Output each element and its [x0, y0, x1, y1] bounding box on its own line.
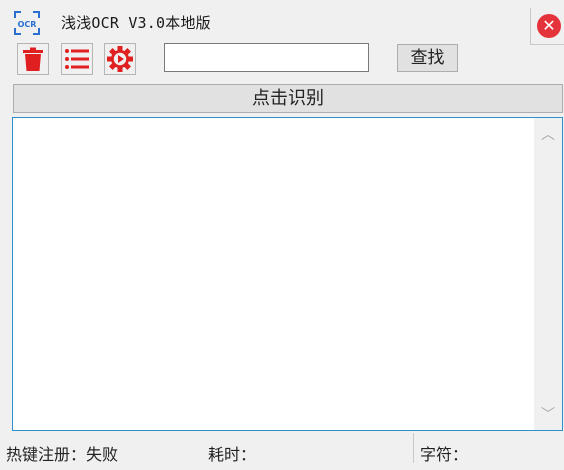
close-button-area[interactable]: ✕: [530, 8, 564, 45]
ocr-result-textarea[interactable]: ︿ ﹀: [12, 117, 563, 431]
history-list-button[interactable]: [61, 43, 93, 75]
status-divider: [413, 433, 414, 463]
scroll-up-icon[interactable]: ︿: [534, 124, 562, 146]
scroll-down-icon[interactable]: ﹀: [534, 404, 562, 426]
char-count: 字符：: [420, 445, 469, 464]
clear-button[interactable]: [17, 43, 49, 75]
recognize-button[interactable]: 点击识别: [13, 84, 563, 113]
close-icon[interactable]: ✕: [537, 14, 561, 38]
elapsed-time: 耗时：: [208, 445, 257, 464]
hotkey-status: 热键注册：失败: [6, 445, 119, 464]
search-button[interactable]: 查找: [397, 44, 458, 72]
status-bar: 热键注册：失败 耗时： 字符：: [0, 433, 564, 470]
search-input[interactable]: [164, 43, 369, 72]
trash-icon: [17, 43, 49, 75]
settings-button[interactable]: [104, 43, 136, 75]
app-logo-text: OCR: [18, 20, 37, 29]
app-logo-icon: OCR: [13, 10, 41, 36]
ocr-result-text: [13, 118, 562, 126]
window-title: 浅浅OCR V3.0本地版: [61, 14, 211, 32]
settings-gear-icon: [104, 43, 136, 75]
list-icon: [61, 43, 93, 75]
vertical-scrollbar[interactable]: ︿ ﹀: [534, 118, 562, 430]
